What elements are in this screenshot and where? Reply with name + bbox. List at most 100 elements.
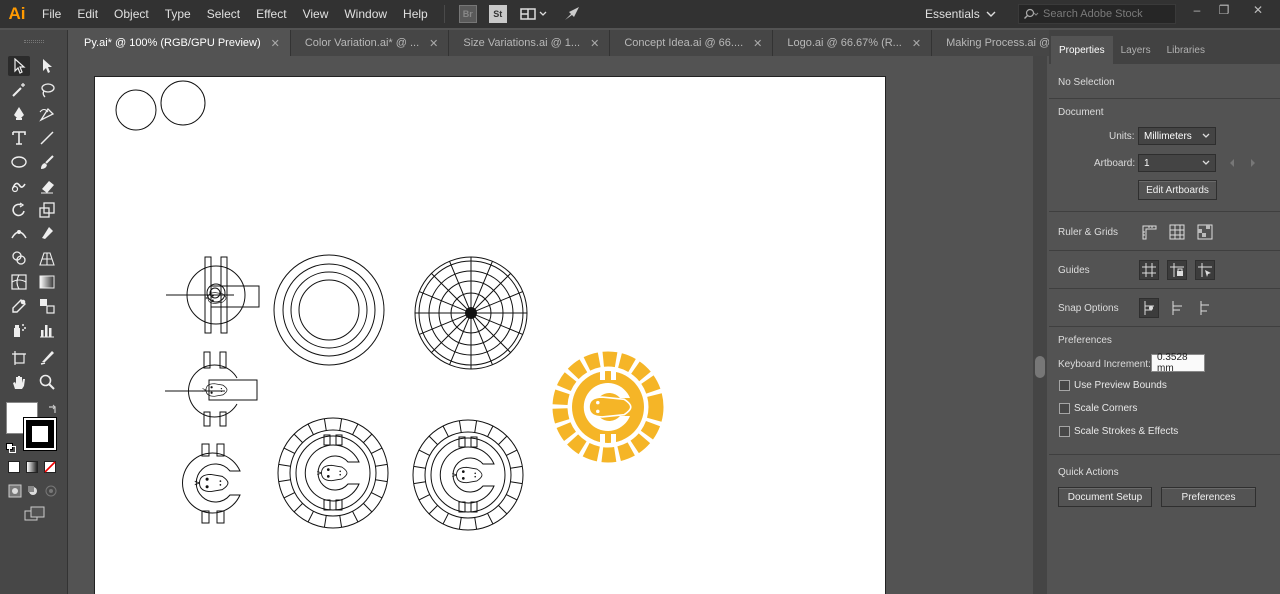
paintbrush-tool-icon[interactable] [36, 152, 58, 172]
menu-view[interactable]: View [295, 0, 337, 28]
document-setup-button[interactable]: Document Setup [1058, 487, 1152, 507]
lock-guides-toggle[interactable] [1167, 260, 1187, 280]
color-mode-icon[interactable] [8, 461, 20, 473]
stroke-color-swatch[interactable] [24, 418, 56, 450]
gradient-mode-icon[interactable] [26, 461, 38, 473]
menu-edit[interactable]: Edit [69, 0, 106, 28]
shaper-tool-icon[interactable] [8, 176, 30, 196]
next-artboard-icon[interactable] [1249, 158, 1257, 168]
small-circle-1[interactable] [115, 89, 157, 131]
eraser-tool-icon[interactable] [36, 176, 58, 196]
small-circle-2[interactable] [160, 80, 206, 126]
scale-tool-icon[interactable] [36, 200, 58, 220]
tab-close-icon[interactable]: ✕ [590, 37, 599, 50]
tab-py[interactable]: Py.ai* @ 100% (RGB/GPU Preview) ✕ [70, 30, 291, 56]
concentric-circles[interactable] [273, 254, 385, 366]
default-fill-stroke-icon[interactable] [6, 442, 16, 453]
scrollbar-thumb[interactable] [1035, 356, 1045, 378]
perspective-grid-tool-icon[interactable] [36, 248, 58, 268]
width-tool-icon[interactable] [8, 224, 30, 244]
use-preview-bounds-checkbox[interactable] [1059, 380, 1070, 391]
tab-properties[interactable]: Properties [1051, 36, 1113, 64]
close-window-button[interactable]: ✕ [1246, 0, 1270, 20]
workspace-switcher[interactable]: Essentials [925, 0, 996, 28]
tab-close-icon[interactable]: ✕ [912, 37, 921, 50]
slice-tool-icon[interactable] [36, 348, 58, 368]
bridge-button[interactable]: Br [457, 3, 479, 25]
artboard-select[interactable]: 1 [1138, 154, 1216, 172]
screen-mode-icon[interactable] [24, 506, 46, 522]
mesh-tool-icon[interactable] [8, 272, 30, 292]
tab-libraries[interactable]: Libraries [1159, 36, 1213, 64]
menu-help[interactable]: Help [395, 0, 436, 28]
canvas-area[interactable] [70, 56, 1033, 594]
menu-type[interactable]: Type [157, 0, 199, 28]
type-tool-icon[interactable] [8, 128, 30, 148]
keyboard-increment-input[interactable]: 0.3528 mm [1151, 352, 1205, 374]
panel-grip[interactable] [24, 40, 44, 43]
show-guides-toggle[interactable] [1139, 260, 1159, 280]
ellipse-tool-icon[interactable] [8, 152, 30, 172]
blend-tool-icon[interactable] [36, 296, 58, 316]
tab-color-variation[interactable]: Color Variation.ai* @ ... ✕ [290, 30, 450, 56]
tab-layers[interactable]: Layers [1113, 36, 1159, 64]
final-yellow-logo[interactable] [552, 351, 664, 463]
preferences-button[interactable]: Preferences [1161, 487, 1256, 507]
draw-behind-icon[interactable] [26, 484, 40, 498]
stock-button[interactable]: St [487, 3, 509, 25]
line-segment-tool-icon[interactable] [36, 128, 58, 148]
magic-wand-tool-icon[interactable] [8, 80, 30, 100]
transparency-grid-toggle[interactable] [1195, 222, 1215, 242]
artwork[interactable] [95, 77, 887, 594]
artboard-tool-icon[interactable] [8, 348, 30, 368]
menu-object[interactable]: Object [106, 0, 157, 28]
snap-to-pixel-toggle[interactable] [1167, 298, 1187, 318]
puppet-warp-tool-icon[interactable] [36, 224, 58, 244]
snap-to-point-toggle[interactable] [1139, 298, 1159, 318]
previous-artboard-icon[interactable] [1228, 158, 1236, 168]
rulers-toggle[interactable] [1139, 222, 1159, 242]
menu-effect[interactable]: Effect [248, 0, 294, 28]
restore-button[interactable]: ❐ [1212, 0, 1236, 20]
tab-close-icon[interactable]: ✕ [429, 37, 438, 50]
smart-guides-toggle[interactable] [1195, 260, 1215, 280]
pen-tool-icon[interactable] [8, 104, 30, 124]
badge-outline-2[interactable] [412, 419, 524, 531]
badge-outline-1[interactable] [277, 417, 389, 529]
tab-logo[interactable]: Logo.ai @ 66.67% (R... ✕ [773, 30, 933, 56]
tab-concept-idea[interactable]: Concept Idea.ai @ 66.... ✕ [610, 30, 774, 56]
gradient-tool-icon[interactable] [36, 272, 58, 292]
gpu-performance-button[interactable] [561, 3, 583, 25]
column-graph-tool-icon[interactable] [36, 320, 58, 340]
symbol-sprayer-tool-icon[interactable] [8, 320, 30, 340]
logo-sketch-1[interactable] [166, 256, 260, 334]
artboard[interactable] [94, 76, 886, 594]
menu-window[interactable]: Window [336, 0, 395, 28]
logo-sketch-2[interactable] [165, 351, 258, 427]
scale-strokes-effects-checkbox[interactable] [1059, 426, 1070, 437]
draw-inside-icon[interactable] [44, 484, 58, 498]
tab-close-icon[interactable]: ✕ [271, 37, 280, 50]
scale-corners-checkbox[interactable] [1059, 403, 1070, 414]
arrange-documents-button[interactable] [517, 3, 553, 25]
tab-close-icon[interactable]: ✕ [753, 37, 762, 50]
vertical-scrollbar[interactable] [1033, 56, 1047, 594]
draw-normal-icon[interactable] [8, 484, 22, 498]
direct-selection-tool-icon[interactable] [36, 56, 58, 76]
selection-tool-icon[interactable] [8, 56, 30, 76]
grid-toggle[interactable] [1167, 222, 1187, 242]
minimize-button[interactable]: – [1185, 0, 1209, 20]
hand-tool-icon[interactable] [8, 372, 30, 392]
tab-size-variations[interactable]: Size Variations.ai @ 1... ✕ [449, 30, 611, 56]
search-adobe-stock[interactable]: Search Adobe Stock [1018, 4, 1176, 24]
shape-builder-tool-icon[interactable] [8, 248, 30, 268]
edit-artboards-button[interactable]: Edit Artboards [1138, 180, 1217, 200]
spoke-wheel[interactable] [414, 256, 528, 370]
none-mode-icon[interactable] [44, 461, 56, 473]
zoom-tool-icon[interactable] [36, 372, 58, 392]
menu-select[interactable]: Select [199, 0, 248, 28]
lasso-tool-icon[interactable] [36, 80, 58, 100]
eyedropper-tool-icon[interactable] [8, 296, 30, 316]
logo-sketch-3[interactable] [182, 443, 241, 524]
swap-fill-stroke-icon[interactable] [48, 403, 58, 413]
